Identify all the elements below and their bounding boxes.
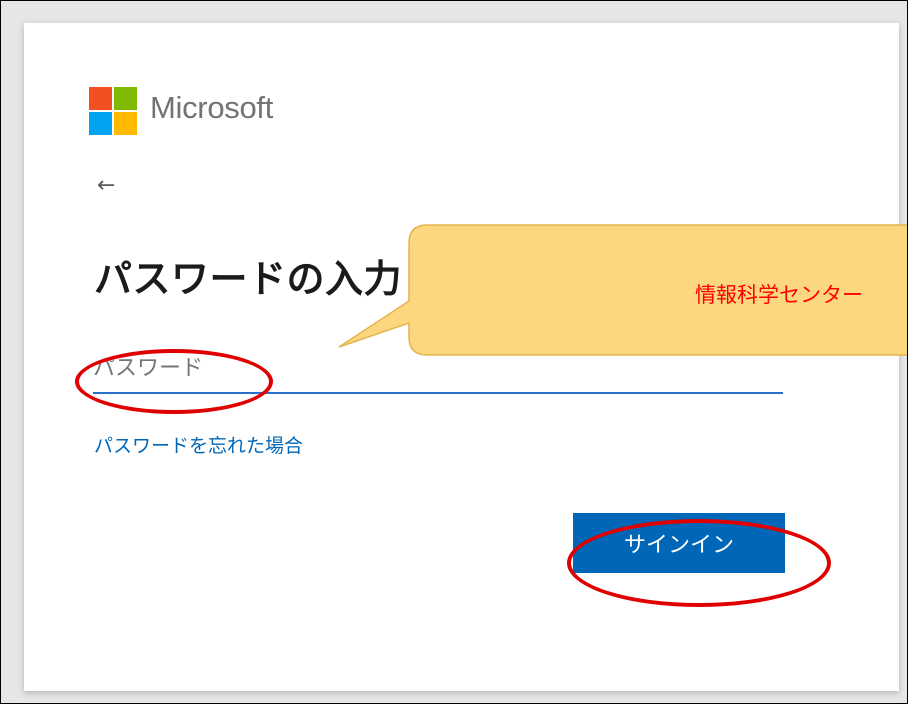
logo-green-square	[114, 87, 137, 110]
microsoft-logo-icon	[89, 87, 137, 135]
screenshot-frame: Microsoft ← パスワードの入力 パスワードを忘れた場合 サインイン 情…	[0, 0, 908, 704]
brand-name: Microsoft	[150, 90, 274, 125]
logo-blue-square	[89, 112, 112, 135]
forgot-password-link[interactable]: パスワードを忘れた場合	[94, 431, 303, 458]
password-input[interactable]	[93, 348, 783, 394]
arrow-left-icon[interactable]: ←	[97, 173, 123, 199]
signin-button[interactable]: サインイン	[573, 513, 785, 573]
logo-yellow-square	[114, 112, 137, 135]
logo-red-square	[89, 87, 112, 110]
page-title: パスワードの入力	[94, 257, 403, 301]
